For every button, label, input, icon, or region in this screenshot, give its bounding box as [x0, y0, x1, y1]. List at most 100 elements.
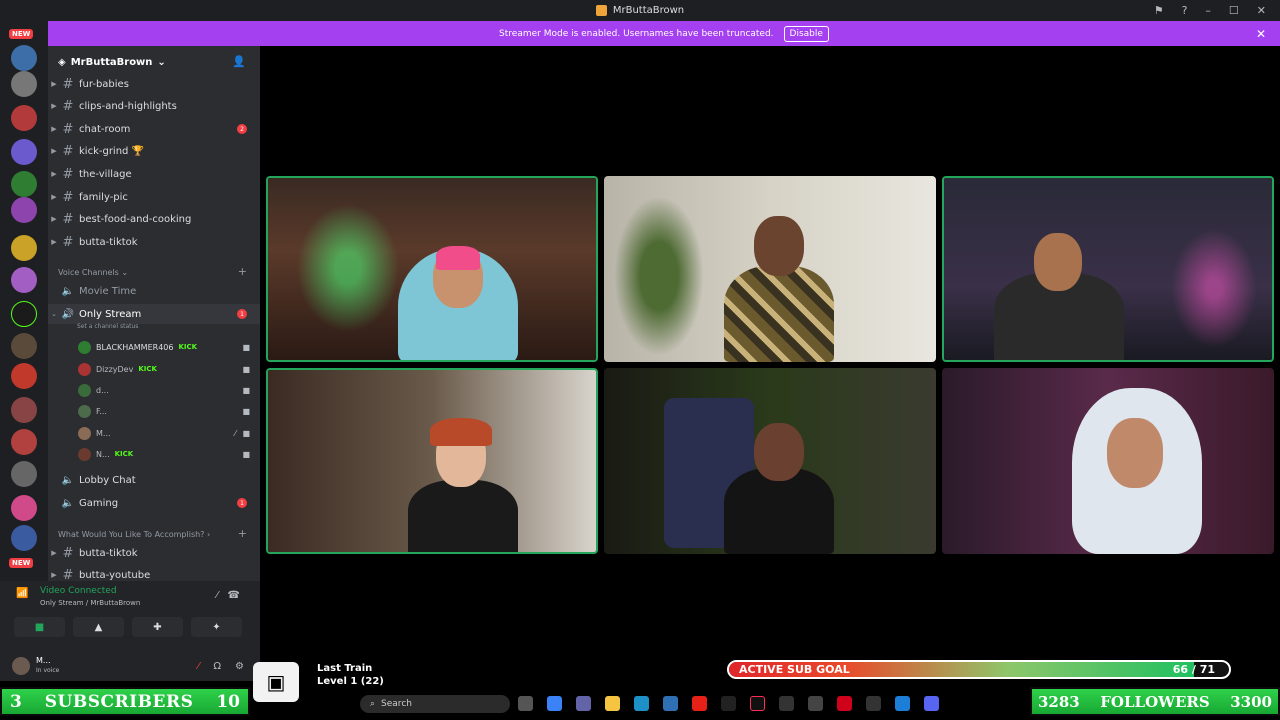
invite-icon[interactable]: 👤 [232, 55, 246, 68]
voice-user[interactable]: N... KICK ■ [78, 444, 258, 464]
user-controls: ⁄ Ω ⚙ [198, 661, 244, 672]
muted-icon: ⁄ [234, 428, 236, 438]
capcut-icon[interactable] [721, 696, 736, 711]
server-icon[interactable] [11, 105, 37, 131]
voice-status: Video Connected [40, 586, 117, 596]
disable-streamer-mode-button[interactable]: Disable [783, 25, 829, 42]
close-banner-icon[interactable]: ✕ [1256, 27, 1266, 41]
chrome-icon[interactable] [779, 696, 794, 711]
server-icon[interactable] [11, 197, 37, 223]
headphones-icon[interactable]: Ω [213, 661, 221, 672]
discord-icon[interactable] [924, 696, 939, 711]
voice-location[interactable]: Only Stream / MrButtaBrown [40, 599, 140, 607]
help-icon[interactable]: ? [1182, 4, 1188, 17]
channel-kick-grind[interactable]: ▶ # kick-grind 🏆 [48, 141, 260, 161]
add-channel-icon[interactable]: + [238, 527, 247, 540]
voice-channel-only-stream[interactable]: ⌄ 🔊 Only Stream 1 [48, 304, 260, 324]
channel-clips-and-highlights[interactable]: ▶ # clips-and-highlights [48, 96, 260, 116]
tiktok-icon[interactable] [750, 696, 765, 711]
video-tile[interactable] [266, 368, 598, 554]
followers-label: FOLLOWERS [1100, 692, 1210, 711]
server-icon[interactable] [11, 45, 37, 71]
channel-best-food-and-cooking[interactable]: ▶ # best-food-and-cooking [48, 209, 260, 229]
now-playing: Last Train Level 1 (22) [317, 662, 384, 688]
taskbar: ⌕ Search [250, 692, 1030, 716]
video-tile[interactable] [266, 176, 598, 362]
noise-suppression-icon[interactable]: ⁄ [216, 590, 218, 601]
video-tile[interactable] [942, 176, 1274, 362]
mention-badge: 1 [237, 309, 247, 319]
channel-butta-tiktok-2[interactable]: ▶ # butta-tiktok [48, 543, 260, 563]
app-icon[interactable] [866, 696, 881, 711]
app-icon[interactable] [895, 696, 910, 711]
server-icon[interactable] [11, 461, 37, 487]
user-status: In voice [36, 667, 60, 674]
maximize-button[interactable]: ☐ [1229, 4, 1239, 17]
channel-label: the-village [79, 168, 132, 180]
channel-butta-tiktok[interactable]: ▶ # butta-tiktok [48, 232, 260, 252]
server-icon[interactable] [11, 267, 37, 293]
youtube-icon[interactable] [692, 696, 707, 711]
video-tile[interactable] [604, 368, 936, 554]
taskbar-search[interactable]: ⌕ Search [360, 695, 510, 713]
voice-channel-movie-time[interactable]: 🔈 Movie Time [48, 281, 260, 301]
channel-fur-babies[interactable]: ▶ # fur-babies [48, 74, 260, 94]
store-icon[interactable] [663, 696, 678, 711]
voice-channel-gaming[interactable]: 🔈 Gaming 1 [48, 493, 260, 513]
voice-user[interactable]: BLACKHAMMER406 KICK ■ [78, 337, 258, 357]
voice-channel-lobby-chat[interactable]: 🔈 Lobby Chat [48, 470, 260, 490]
app-icon[interactable] [837, 696, 852, 711]
server-icon[interactable] [11, 71, 37, 97]
voice-user[interactable]: F... ■ [78, 401, 258, 421]
signal-icon[interactable]: 📶 [16, 588, 28, 599]
mic-muted-icon[interactable]: ⁄ [198, 661, 200, 672]
camera-button[interactable]: ■ [14, 617, 65, 637]
hash-icon: # [62, 234, 74, 250]
server-icon[interactable] [11, 495, 37, 521]
voice-user[interactable]: DizzyDev KICK ■ [78, 359, 258, 379]
voice-user[interactable]: M... ⁄ ■ [78, 423, 258, 443]
file-explorer-icon[interactable] [605, 696, 620, 711]
set-channel-status[interactable]: Set a channel status [77, 323, 138, 330]
close-window-button[interactable]: ✕ [1257, 4, 1266, 17]
server-icon[interactable] [11, 139, 37, 165]
server-icon[interactable] [11, 525, 37, 551]
server-icon[interactable] [11, 333, 37, 359]
copilot-icon[interactable] [547, 696, 562, 711]
channel-chat-room[interactable]: ▶ # chat-room 2 [48, 119, 260, 139]
channel-label: Movie Time [79, 285, 137, 297]
disconnect-icon[interactable]: ☎ [228, 590, 240, 601]
voice-channels-category[interactable]: Voice Channels ⌄ [58, 268, 128, 277]
avatar[interactable] [12, 657, 30, 675]
channel-butta-youtube[interactable]: ▶ # butta-youtube [48, 565, 260, 582]
game-icon[interactable] [808, 696, 823, 711]
minimize-button[interactable]: – [1205, 4, 1211, 17]
video-tile[interactable] [604, 176, 936, 362]
channel-family-pic[interactable]: ▶ # family-pic [48, 187, 260, 207]
accomplish-category[interactable]: What Would You Like To Accomplish? › [58, 530, 210, 539]
voice-panel: 📶 Video Connected Only Stream / MrButtaB… [0, 581, 260, 681]
channel-the-village[interactable]: ▶ # the-village [48, 164, 260, 184]
teams-icon[interactable] [576, 696, 591, 711]
channel-label: clips-and-highlights [79, 100, 177, 112]
server-icon[interactable] [11, 235, 37, 261]
inbox-icon[interactable]: ⚑ [1154, 4, 1164, 17]
gear-icon[interactable]: ⚙ [235, 661, 244, 672]
camera-icon: ■ [242, 364, 250, 374]
server-icon[interactable] [11, 363, 37, 389]
kick-server-icon[interactable] [11, 301, 37, 327]
task-view-icon[interactable] [518, 696, 533, 711]
edge-icon[interactable] [634, 696, 649, 711]
add-channel-icon[interactable]: + [238, 265, 247, 278]
server-icon[interactable] [11, 171, 37, 197]
video-tile[interactable] [942, 368, 1274, 554]
soundboard-button[interactable]: ✦ [191, 617, 242, 637]
activities-button[interactable]: ✚ [132, 617, 183, 637]
server-icon[interactable] [11, 397, 37, 423]
screen-share-button[interactable]: ▲ [73, 617, 124, 637]
voice-user[interactable]: d... ■ [78, 380, 258, 400]
chevron-right-icon: ▶ [51, 571, 57, 579]
user-name: d... [96, 385, 109, 395]
camera-icon: ■ [242, 428, 250, 438]
server-icon[interactable] [11, 429, 37, 455]
